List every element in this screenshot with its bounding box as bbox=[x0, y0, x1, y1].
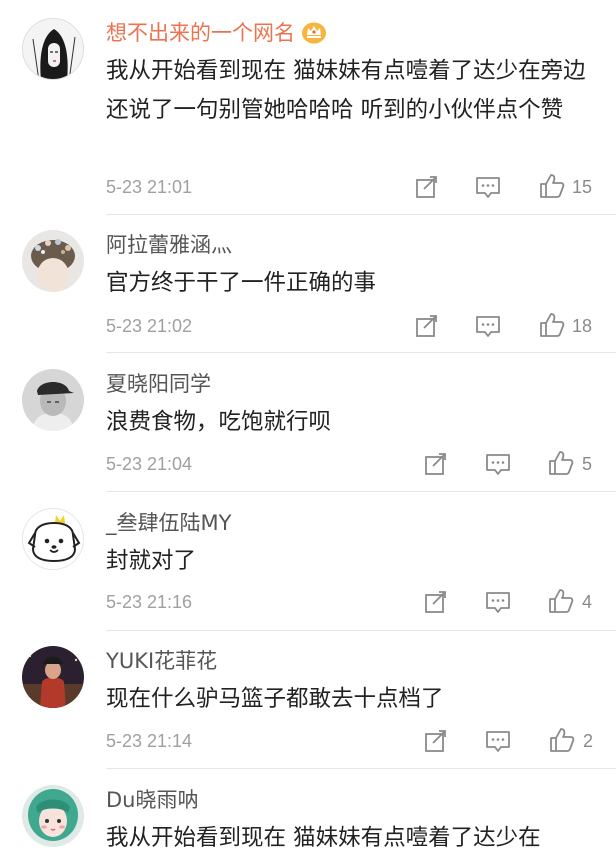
comment-time: 5-23 21:16 bbox=[106, 592, 193, 612]
like-count: 4 bbox=[582, 592, 593, 612]
like-icon[interactable] bbox=[549, 727, 575, 753]
repost-icon[interactable] bbox=[414, 313, 440, 339]
like-icon[interactable] bbox=[548, 588, 574, 614]
reply-icon[interactable] bbox=[485, 451, 511, 477]
comment-time: 5-23 21:04 bbox=[106, 454, 193, 474]
comment-username[interactable]: 夏晓阳同学 bbox=[106, 369, 211, 399]
comment-item: YUKI花菲花 现在什么驴马篮子都敢去十点档了 5-23 21:14 2 bbox=[0, 646, 616, 769]
divider bbox=[106, 630, 616, 631]
comment-item: 阿拉蕾雅涵灬 官方终于干了一件正确的事 5-23 21:02 18 bbox=[0, 230, 616, 353]
comment-time: 5-23 21:01 bbox=[106, 177, 193, 197]
reply-icon[interactable] bbox=[485, 589, 511, 615]
comment-username[interactable]: 想不出来的一个网名 bbox=[106, 18, 327, 48]
repost-icon[interactable] bbox=[414, 174, 440, 200]
comment-text: 现在什么驴马篮子都敢去十点档了 bbox=[106, 686, 444, 712]
like-icon[interactable] bbox=[539, 173, 565, 199]
like-count: 5 bbox=[582, 454, 593, 474]
vip-crown-icon bbox=[301, 20, 327, 44]
comment-text: 我从开始看到现在 猫妹妹有点噎着了达少在旁边还说了一句别管她哈哈哈 听到的小伙伴… bbox=[106, 58, 586, 123]
comment-username[interactable]: Du晓雨呐 bbox=[106, 785, 198, 815]
comment-username[interactable]: YUKI花菲花 bbox=[106, 646, 217, 676]
comment-item: 想不出来的一个网名 我从开始看到现在 猫妹妹有点噎着了达少在旁边还说了一句别管她… bbox=[0, 18, 616, 215]
comment-item: _叁肆伍陆MY 封就对了 5-23 21:16 4 bbox=[0, 508, 616, 631]
username-text: 想不出来的一个网名 bbox=[106, 21, 295, 45]
comment-item: 夏晓阳同学 浪费食物，吃饱就行呗 5-23 21:04 5 bbox=[0, 369, 616, 492]
divider bbox=[106, 214, 616, 215]
reply-icon[interactable] bbox=[485, 728, 511, 754]
cap-portrait-icon[interactable] bbox=[22, 369, 84, 431]
comment-text: 我从开始看到现在 猫妹妹有点噎着了达少在 bbox=[106, 825, 541, 850]
night-portrait-icon[interactable] bbox=[22, 646, 84, 708]
like-count: 2 bbox=[583, 731, 594, 751]
green-hair-portrait-icon[interactable] bbox=[22, 785, 84, 847]
like-icon[interactable] bbox=[548, 450, 574, 476]
repost-icon[interactable] bbox=[423, 451, 449, 477]
repost-icon[interactable] bbox=[423, 589, 449, 615]
like-count: 18 bbox=[572, 316, 593, 336]
divider bbox=[106, 491, 616, 492]
reply-icon[interactable] bbox=[475, 313, 501, 339]
flower-hair-portrait-icon[interactable] bbox=[22, 230, 84, 292]
comment-item: Du晓雨呐 我从开始看到现在 猫妹妹有点噎着了达少在 bbox=[0, 785, 616, 850]
comment-username[interactable]: 阿拉蕾雅涵灬 bbox=[106, 230, 232, 260]
comment-text: 封就对了 bbox=[106, 548, 197, 574]
reply-icon[interactable] bbox=[475, 174, 501, 200]
comment-time: 5-23 21:02 bbox=[106, 316, 193, 336]
comment-text: 官方终于干了一件正确的事 bbox=[106, 270, 377, 296]
like-icon[interactable] bbox=[539, 312, 565, 338]
cartoon-dog-icon[interactable] bbox=[22, 508, 84, 570]
repost-icon[interactable] bbox=[423, 728, 449, 754]
comment-username[interactable]: _叁肆伍陆MY bbox=[106, 508, 231, 538]
comment-text: 浪费食物，吃饱就行呗 bbox=[106, 409, 332, 435]
comment-time: 5-23 21:14 bbox=[106, 731, 193, 751]
divider bbox=[106, 352, 616, 353]
ink-portrait-icon[interactable] bbox=[22, 18, 84, 80]
comment-list: 想不出来的一个网名 我从开始看到现在 猫妹妹有点噎着了达少在旁边还说了一句别管她… bbox=[0, 0, 616, 850]
divider bbox=[106, 768, 616, 769]
like-count: 15 bbox=[572, 177, 593, 197]
